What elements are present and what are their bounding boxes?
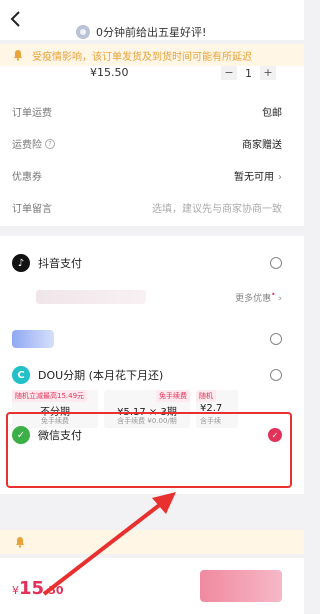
order-message-row[interactable]: 订单留言 选填，建议先与商家协商一致 [12, 200, 282, 215]
bell-icon [16, 537, 24, 548]
bank-card-option[interactable] [12, 330, 282, 348]
bottom-notice [0, 530, 304, 554]
douyin-pay-label: 抖音支付 [38, 257, 82, 270]
chevron-right-icon: › [278, 172, 282, 183]
order-info-card: ¥15.50 − 1 + 订单运费 包邮 运费险 ? 商家赠送 优惠券 暂无可用… [0, 66, 304, 226]
shipping-insurance-row: 运费险 ? 商家赠送 [12, 136, 282, 151]
total-decimal: .50 [44, 584, 64, 597]
top-bar: 0分钟前给出五星好评! [0, 0, 304, 40]
total-price: ¥ 15 .50 [12, 578, 64, 599]
avatar [76, 25, 90, 39]
submit-order-button[interactable] [200, 570, 282, 602]
douyin-pay-option[interactable]: ♪ 抖音支付 [12, 254, 282, 272]
shipping-fee-row: 订单运费 包邮 [12, 104, 282, 119]
increase-button[interactable]: + [260, 66, 276, 80]
coupon-row[interactable]: 优惠券 暂无可用 › [12, 168, 282, 183]
quantity-value: 1 [245, 66, 252, 80]
plan-tag: 随机 [196, 390, 216, 402]
blurred-bank-icon [12, 330, 54, 348]
dou-installment-radio[interactable] [270, 369, 282, 381]
checkout-bar: ¥ 15 .50 [0, 558, 304, 614]
review-ticker-text: 0分钟前给出五星好评! [96, 26, 207, 39]
order-message-label: 订单留言 [12, 204, 52, 215]
shipping-insurance-value: 商家赠送 [242, 140, 282, 151]
shipping-fee-value: 包邮 [262, 108, 282, 119]
coupon-label: 优惠券 [12, 172, 42, 183]
total-integer: 15 [19, 578, 45, 599]
epidemic-notice: 受疫情影响，该订单发货及到货时间可能有所延迟 [0, 44, 304, 66]
order-message-input[interactable]: 选填，建议先与商家协商一致 [152, 200, 282, 215]
coupon-value: 暂无可用 [234, 172, 274, 183]
product-price: ¥15.50 [90, 66, 129, 79]
douyin-icon: ♪ [12, 254, 30, 272]
blurred-promo-text [36, 290, 146, 304]
review-ticker: 0分钟前给出五星好评! [76, 24, 206, 40]
annotation-highlight-box [6, 412, 292, 488]
notice-text: 受疫情影响，该订单发货及到货时间可能有所延迟 [32, 51, 252, 63]
currency-symbol: ¥ [12, 584, 19, 597]
promo-option[interactable]: 更多优惠• › [12, 290, 282, 304]
dou-installment-label: DOU分期 (本月花下月还) [38, 369, 164, 382]
back-arrow-icon[interactable] [8, 10, 24, 28]
shipping-fee-label: 订单运费 [12, 108, 52, 119]
plan-tag: 免手续费 [156, 390, 190, 402]
bell-icon [14, 50, 22, 61]
shipping-insurance-label: 运费险 [12, 140, 42, 151]
plan-tag: 随机立减最高15.49元 [12, 390, 88, 402]
chevron-right-icon: › [278, 294, 282, 304]
douyin-pay-radio[interactable] [270, 257, 282, 269]
help-icon[interactable]: ? [45, 138, 55, 149]
more-promo-link[interactable]: 更多优惠 [235, 294, 271, 304]
dou-icon: C [12, 366, 30, 384]
dou-installment-option[interactable]: C DOU分期 (本月花下月还) [12, 366, 282, 384]
decrease-button[interactable]: − [221, 66, 237, 80]
quantity-stepper[interactable]: − 1 + [221, 66, 276, 80]
bank-card-radio[interactable] [270, 333, 282, 345]
